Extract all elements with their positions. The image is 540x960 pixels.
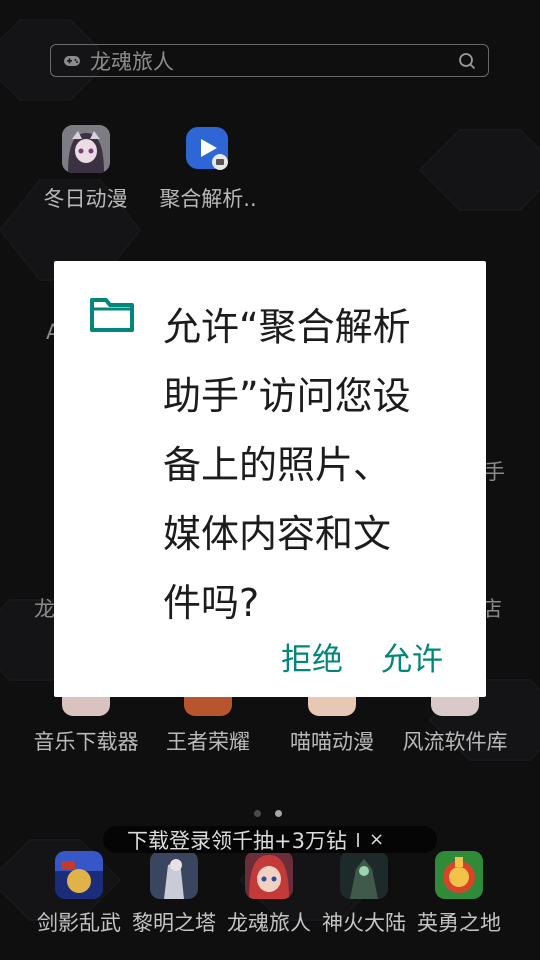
- page-dot[interactable]: [254, 810, 261, 817]
- dialog-message-line: 媒体内容和文: [163, 512, 392, 556]
- dock-app-yingyong-zhidi[interactable]: 英勇之地: [413, 851, 505, 937]
- page-dot-active[interactable]: [275, 810, 282, 817]
- app-juhe-jiexi[interactable]: 聚合解析..: [156, 125, 260, 213]
- dock-label: 黎明之塔: [132, 911, 216, 935]
- page-indicator: [254, 810, 282, 817]
- dock-app-shenhuo-dalu[interactable]: 神火大陆: [318, 851, 410, 937]
- game-icon: [340, 851, 388, 899]
- deny-button[interactable]: 拒绝: [281, 634, 343, 679]
- banner-text: 下载登录领千抽+3万钻: [127, 828, 347, 853]
- app-label: 聚合解析..: [159, 187, 257, 211]
- partial-label: 手: [484, 460, 505, 484]
- dialog-message-line: 备上的照片、: [163, 443, 392, 487]
- partial-label: 龙: [34, 597, 55, 621]
- dialog-message: 允许“聚合解析 助手”访问您设 备上的照片、 媒体内容和文 件吗?: [163, 293, 468, 638]
- app-dongri-dongman[interactable]: 冬日动漫: [38, 125, 133, 213]
- game-icon: [150, 851, 198, 899]
- game-icon: [55, 851, 103, 899]
- search-bar[interactable]: 龙魂旅人: [50, 44, 489, 77]
- dialog-message-line: 允许“聚合解析: [163, 305, 411, 349]
- anime-girl-icon: [61, 125, 110, 173]
- app-label: 音乐下载器: [33, 730, 139, 754]
- app-label: 王者荣耀: [166, 730, 250, 754]
- dock-label: 神火大陆: [322, 911, 406, 935]
- game-icon: [435, 851, 483, 899]
- dialog-message-line: 件吗?: [163, 581, 260, 625]
- dock-label: 龙魂旅人: [227, 911, 311, 935]
- search-icon[interactable]: [458, 52, 476, 70]
- dock-app-longhun-lvren[interactable]: 龙魂旅人: [223, 851, 315, 937]
- permission-dialog: 允许“聚合解析 助手”访问您设 备上的照片、 媒体内容和文 件吗? 拒绝 允许: [54, 261, 486, 697]
- app-label: 喵喵动漫: [290, 730, 374, 754]
- dock-label: 剑影乱武: [37, 911, 121, 935]
- dialog-message-line: 助手”访问您设: [163, 374, 411, 418]
- promo-banner[interactable]: 下载登录领千抽+3万钻 ×: [103, 826, 437, 853]
- folder-icon: [90, 298, 134, 332]
- close-icon[interactable]: ×: [369, 829, 384, 850]
- app-label: 冬日动漫: [43, 187, 128, 211]
- gamepad-icon: [64, 55, 80, 66]
- dock-app-liming-zhita[interactable]: 黎明之塔: [128, 851, 220, 937]
- banner-divider: [356, 832, 359, 847]
- search-text: 龙魂旅人: [90, 49, 174, 74]
- allow-button[interactable]: 允许: [381, 634, 443, 679]
- video-play-icon: [184, 125, 232, 173]
- app-label: 风流软件库: [402, 730, 508, 754]
- dock-label: 英勇之地: [417, 911, 501, 935]
- dock-app-jianying-luanwu[interactable]: 剑影乱武: [33, 851, 125, 937]
- game-icon: [245, 851, 293, 899]
